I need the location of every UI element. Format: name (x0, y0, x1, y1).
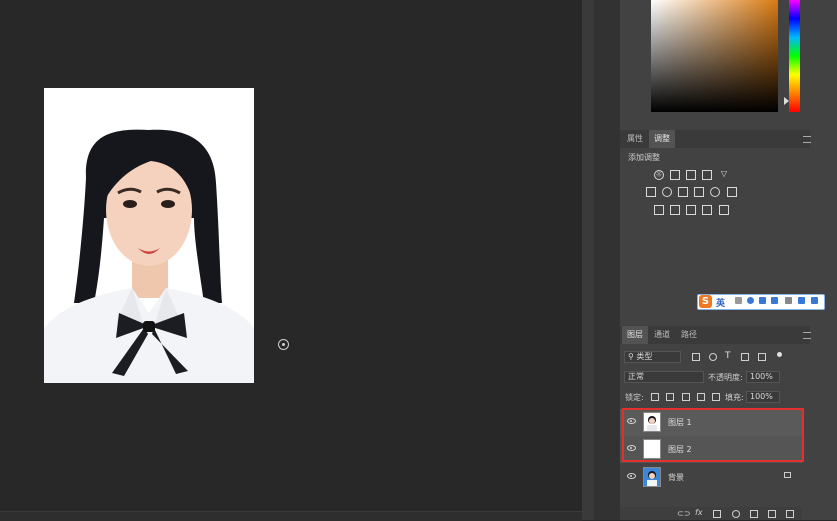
pixel-filter-icon[interactable] (692, 353, 700, 361)
fill-label: 填充: (725, 393, 744, 402)
eye-icon[interactable] (627, 473, 636, 479)
selective-color-icon[interactable] (719, 205, 729, 215)
folder-icon[interactable] (750, 510, 758, 518)
color-balance-icon[interactable] (662, 187, 672, 197)
lock-transparent-icon[interactable] (651, 393, 659, 401)
tab-layers[interactable]: 图层 (622, 326, 648, 344)
layers-panel-menu-icon[interactable] (803, 332, 811, 339)
panel-dock-strip (594, 0, 620, 520)
punctuation-icon[interactable] (735, 297, 742, 304)
color-lookup-icon[interactable] (727, 187, 737, 197)
curves-icon[interactable] (686, 170, 696, 180)
lock-label: 锁定: (625, 393, 644, 402)
layer-name: 背景 (668, 473, 684, 482)
threshold-icon[interactable] (686, 205, 696, 215)
new-adjustment-layer-icon[interactable] (732, 510, 740, 518)
opacity-label: 不透明度: (708, 373, 743, 382)
opacity-input[interactable]: 100% (746, 371, 780, 383)
fx-icon[interactable]: fx (695, 508, 703, 517)
gradient-map-icon[interactable] (702, 205, 712, 215)
blend-mode-select[interactable]: 正常 (624, 371, 704, 383)
shape-filter-icon[interactable] (741, 353, 749, 361)
microphone-icon[interactable] (759, 297, 766, 304)
panel-divider[interactable] (582, 0, 594, 520)
tab-adjustments[interactable]: 调整 (649, 130, 675, 148)
layers-panel-tabs: 图层 通道 路径 (620, 326, 810, 344)
fill-value: 100% (750, 392, 773, 401)
layer-row[interactable]: 背景 (620, 464, 802, 491)
invert-icon[interactable] (654, 205, 664, 215)
new-layer-icon[interactable] (768, 510, 776, 518)
panel-menu-icon[interactable] (803, 136, 811, 143)
exposure-icon[interactable] (702, 170, 712, 180)
brightness-contrast-icon[interactable]: ☼ (654, 170, 664, 180)
hue-saturation-icon[interactable] (646, 187, 656, 197)
layer-filter-select[interactable]: ⚲ 类型 (624, 351, 681, 363)
menu-grid-icon[interactable] (811, 297, 818, 304)
type-filter-icon[interactable]: T (725, 351, 731, 361)
color-saturation-field[interactable] (651, 0, 778, 112)
keyboard-icon[interactable] (771, 297, 778, 304)
document-image[interactable] (44, 88, 254, 383)
search-icon: ⚲ (628, 352, 634, 361)
posterize-icon[interactable] (670, 205, 680, 215)
selection-highlight (622, 408, 804, 462)
ime-logo[interactable]: S (699, 295, 712, 308)
tab-channels[interactable]: 通道 (649, 326, 675, 344)
cursor-target-icon (278, 339, 289, 350)
lock-position-icon[interactable] (682, 393, 690, 401)
black-white-icon[interactable] (678, 187, 688, 197)
blend-mode-value: 正常 (628, 372, 644, 381)
lock-icon (784, 472, 791, 478)
hue-slider[interactable] (789, 0, 800, 112)
trash-icon[interactable] (786, 510, 794, 518)
ime-language-toggle[interactable]: 英 (716, 296, 725, 309)
emoji-icon[interactable] (747, 297, 754, 304)
layer-filter-value: 类型 (636, 352, 653, 361)
tab-properties[interactable]: 属性 (622, 130, 648, 148)
tab-paths[interactable]: 路径 (676, 326, 702, 344)
mask-icon[interactable] (713, 510, 721, 518)
smart-object-filter-icon[interactable] (758, 353, 766, 361)
hue-slider-pointer-icon[interactable] (784, 97, 789, 105)
filter-toggle-icon[interactable] (777, 352, 782, 357)
skin-icon[interactable] (798, 297, 805, 304)
properties-panel-tabs: 属性 调整 (620, 130, 810, 148)
link-icon[interactable]: ⊂⊃ (677, 509, 690, 518)
photo-filter-icon[interactable] (694, 187, 704, 197)
add-adjustment-label: 添加调整 (628, 153, 660, 162)
portrait-photo (44, 88, 254, 383)
opacity-value: 100% (750, 372, 773, 381)
levels-icon[interactable] (670, 170, 680, 180)
lock-all-icon[interactable] (712, 393, 720, 401)
vibrance-icon[interactable]: ▽ (719, 170, 729, 180)
user-icon[interactable] (785, 297, 792, 304)
layer-thumbnail (643, 467, 661, 487)
adjustment-filter-icon[interactable] (709, 353, 717, 361)
lock-artboard-icon[interactable] (697, 393, 705, 401)
fill-input[interactable]: 100% (746, 391, 780, 403)
lock-image-icon[interactable] (666, 393, 674, 401)
channel-mixer-icon[interactable] (710, 187, 720, 197)
